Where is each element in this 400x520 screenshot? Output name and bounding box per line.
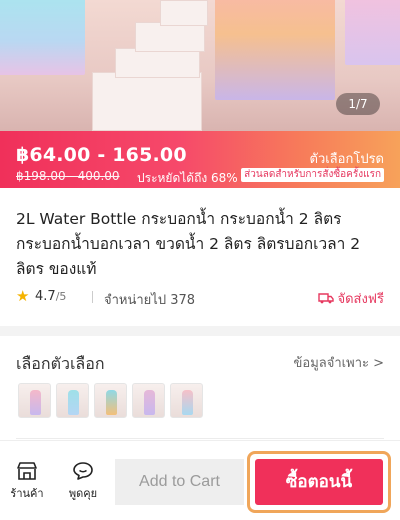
shop-label: ร้านค้า xyxy=(10,487,44,500)
promo-subtitle: ส่วนลดสำหรับการสั่งซื้อครั้งแรก xyxy=(241,168,384,182)
sold-count: จำหน่ายไป 378 xyxy=(104,293,196,308)
divider xyxy=(92,291,93,303)
bottle-thumbnail-image xyxy=(30,390,41,415)
shop-button[interactable]: ร้านค้า xyxy=(2,461,52,502)
section-gap xyxy=(0,326,400,336)
display-step xyxy=(92,72,202,131)
bottle-thumbnail-image xyxy=(182,390,193,415)
bottle-image-right xyxy=(345,0,400,65)
divider xyxy=(16,438,384,439)
bottle-thumbnail-image xyxy=(106,390,117,415)
add-to-cart-button[interactable]: Add to Cart xyxy=(115,459,244,505)
rating-max: /5 xyxy=(55,290,67,303)
chat-icon xyxy=(73,462,93,480)
option-thumbnail[interactable] xyxy=(56,383,89,418)
chat-button[interactable]: พูดคุย xyxy=(58,461,108,502)
price-banner: ฿64.00 - 165.00 ฿198.00 - 400.00 ประหยัด… xyxy=(0,131,400,188)
option-thumbnail[interactable] xyxy=(132,383,165,418)
original-price: ฿198.00 - 400.00 xyxy=(16,169,120,183)
bottom-action-bar: ร้านค้า พูดคุย Add to Cart ซื้อตอนนี้ xyxy=(0,440,400,520)
option-thumbnail[interactable] xyxy=(94,383,127,418)
bottle-image-center xyxy=(215,0,335,100)
product-image-carousel[interactable]: 1/7 xyxy=(0,0,400,131)
product-title: 2L Water Bottle กระบอกน้ำ กระบอกน้ำ 2 ลิ… xyxy=(16,210,361,278)
display-step xyxy=(160,0,208,26)
free-shipping-badge[interactable]: จัดส่งฟรี xyxy=(318,288,384,309)
display-step xyxy=(135,22,205,52)
truck-icon xyxy=(318,293,335,304)
store-icon xyxy=(17,462,37,480)
chat-label: พูดคุย xyxy=(68,487,98,500)
bottle-image-left xyxy=(0,0,85,75)
savings-label: ประหยัดได้ถึง 68% xyxy=(137,171,238,185)
specifications-link[interactable]: ข้อมูลจำเพาะ > xyxy=(294,352,384,373)
rating-score: 4.7 xyxy=(35,289,56,304)
buy-now-button[interactable]: ซื้อตอนนี้ xyxy=(255,459,383,505)
option-thumbnail[interactable] xyxy=(18,383,51,418)
star-icon: ★ xyxy=(16,287,30,305)
price-range: ฿64.00 - 165.00 xyxy=(16,144,187,166)
options-label[interactable]: เลือกตัวเลือก xyxy=(16,352,105,377)
display-step xyxy=(115,48,200,78)
promo-title: ตัวเลือกโปรด xyxy=(309,152,385,167)
image-counter: 1/7 xyxy=(336,93,380,115)
free-shipping-label: จัดส่งฟรี xyxy=(337,292,384,307)
option-thumbnail[interactable] xyxy=(170,383,203,418)
bottle-thumbnail-image xyxy=(68,390,79,415)
bottle-thumbnail-image xyxy=(144,390,155,415)
rating-row: ★ 4.7/5 จำหน่ายไป 378 จัดส่งฟรี xyxy=(16,287,384,309)
rating-value: 4.7/5 xyxy=(35,289,66,304)
buy-now-highlight: ซื้อตอนนี้ xyxy=(247,451,391,513)
